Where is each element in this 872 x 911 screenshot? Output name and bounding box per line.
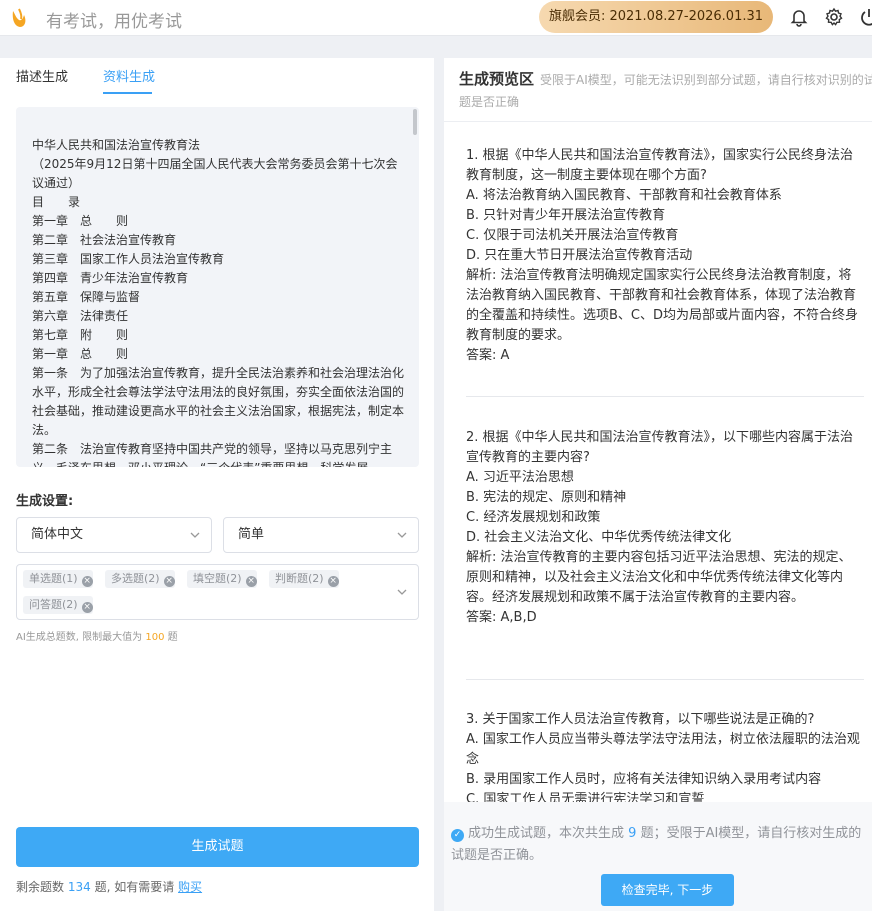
tab-description[interactable]: 描述生成 [16, 66, 68, 85]
question-type-tag: 单选题(1) × [23, 570, 93, 588]
check-circle-icon: ✓ [451, 829, 464, 842]
question-option: A. 国家工作人员应当带头尊法学法守法用法，树立依法履职的法治观念 [466, 732, 860, 767]
bell-icon[interactable] [788, 6, 810, 28]
total-limit-hint: AI生成总题数, 限制最大值为 100 题 [16, 628, 178, 643]
question-option: C. 仅限于司法机关开展法治宣传教育 [466, 228, 679, 243]
question-stem: 3. 关于国家工作人员法治宣传教育，以下哪些说法是正确的? [466, 712, 815, 727]
preview-header: 生成预览区 受限于AI模型，可能无法识别到部分试题，请自行核对识别的试题是否正确 [459, 68, 872, 113]
remaining-quota: 剩余题数 134 题, 如有需要请 购买 [16, 878, 202, 895]
question-type-tag: 问答题(2) × [23, 596, 93, 614]
question-option: D. 只在重大节日开展法治宣传教育活动 [466, 248, 693, 263]
question-answer: 答案: A,B,D [466, 610, 537, 625]
close-icon[interactable]: × [163, 576, 175, 587]
question-item: 1. 根据《中华人民共和国法治宣传教育法》，国家实行公民终身法治教育制度，这一制… [466, 146, 864, 366]
difficulty-select[interactable]: 简单 [223, 517, 419, 553]
success-count: 9 [628, 826, 637, 841]
power-icon[interactable] [858, 6, 872, 28]
question-stem: 1. 根据《中华人民共和国法治宣传教育法》，国家实行公民终身法治教育制度，这一制… [466, 148, 854, 183]
preview-footer: ✓ 成功生成试题，本次共生成 9 题；受限于AI模型，请自行核对生成的试题是否正确… [444, 802, 872, 911]
preview-title: 生成预览区 [459, 70, 535, 88]
hint-text: AI生成总题数, 限制最大值为 [16, 632, 143, 643]
success-message: ✓ 成功生成试题，本次共生成 9 题；受限于AI模型，请自行核对生成的试题是否正确… [451, 823, 871, 867]
membership-badge[interactable]: 旗舰会员: 2021.08.27-2026.01.31 [539, 1, 773, 33]
question-option: B. 宪法的规定、原则和精神 [466, 490, 627, 505]
question-divider [466, 679, 864, 680]
source-text: 中华人民共和国法治宣传教育法 （2025年9月12日第十四届全国人民代表大会常务… [32, 138, 405, 467]
question-option: B. 只针对青少年开展法治宣传教育 [466, 208, 666, 223]
chevron-down-icon [190, 532, 200, 538]
question-type-tag: 多选题(2) × [105, 570, 175, 588]
difficulty-value: 简单 [238, 527, 265, 542]
tag-label: 判断题(2) [275, 572, 324, 585]
question-item: 3. 关于国家工作人员法治宣传教育，以下哪些说法是正确的? A. 国家工作人员应… [466, 710, 864, 802]
question-option: A. 将法治教育纳入国民教育、干部教育和社会教育体系 [466, 188, 782, 203]
question-divider [466, 396, 864, 397]
chevron-down-icon [397, 532, 407, 538]
tag-label: 多选题(2) [111, 572, 160, 585]
next-step-button[interactable]: 检查完毕, 下一步 [601, 874, 734, 906]
language-select[interactable]: 简体中文 [16, 517, 212, 553]
preview-panel: 生成预览区 受限于AI模型，可能无法识别到部分试题，请自行核对识别的试题是否正确 … [444, 58, 872, 911]
question-option: B. 录用国家工作人员时，应将有关法律知识纳入录用考试内容 [466, 772, 822, 787]
question-option: A. 习近平法治思想 [466, 470, 574, 485]
close-icon[interactable]: × [327, 576, 339, 587]
question-analysis: 解析: 法治宣传教育的主要内容包括习近平法治思想、宪法的规定、原则和精神，以及社… [466, 550, 852, 605]
app-slogan: 有考试，用优考试 [46, 12, 182, 32]
left-panel: 描述生成 资料生成 中华人民共和国法治宣传教育法 （2025年9月12日第十四届… [0, 58, 434, 911]
scrollbar-thumb[interactable] [413, 109, 417, 135]
question-analysis: 解析: 法治宣传教育法明确规定国家实行公民终身法治教育制度，将法治教育纳入国民教… [466, 268, 859, 343]
source-textarea[interactable]: 中华人民共和国法治宣传教育法 （2025年9月12日第十四届全国人民代表大会常务… [16, 107, 419, 467]
remain-label: 剩余题数 [16, 880, 65, 894]
top-bar: 有考试，用优考试 旗舰会员: 2021.08.27-2026.01.31 [0, 0, 872, 36]
buy-link[interactable]: 购买 [178, 880, 202, 894]
active-tab-underline [103, 92, 152, 94]
gear-icon[interactable] [823, 6, 845, 28]
question-option: C. 国家工作人员无需进行宪法学习和宣誓 [466, 792, 705, 802]
question-answer: 答案: A [466, 348, 510, 363]
chevron-down-icon [397, 589, 407, 595]
tab-material[interactable]: 资料生成 [103, 66, 155, 85]
hint-max: 100 [145, 632, 165, 643]
question-option: C. 经济发展规划和政策 [466, 510, 601, 525]
close-icon[interactable]: × [245, 576, 257, 587]
app-logo[interactable] [10, 7, 28, 29]
question-stem: 2. 根据《中华人民共和国法治宣传教育法》，以下哪些内容属于法治宣传教育的主要内… [466, 430, 854, 465]
hint-suffix: 题 [167, 632, 178, 643]
question-option: D. 社会主义法治文化、中华优秀传统法律文化 [466, 530, 732, 545]
tag-label: 填空题(2) [193, 572, 242, 585]
question-list[interactable]: 1. 根据《中华人民共和国法治宣传教育法》，国家实行公民终身法治教育制度，这一制… [444, 122, 872, 802]
question-type-tag: 填空题(2) × [187, 570, 257, 588]
question-item: 2. 根据《中华人民共和国法治宣传教育法》，以下哪些内容属于法治宣传教育的主要内… [466, 428, 864, 628]
generate-button[interactable]: 生成试题 [16, 827, 419, 867]
settings-title: 生成设置: [16, 494, 74, 509]
close-icon[interactable]: × [81, 602, 93, 613]
success-prefix: 成功生成试题，本次共生成 [468, 826, 625, 841]
question-type-tag: 判断题(2) × [269, 570, 339, 588]
language-value: 简体中文 [31, 527, 84, 542]
question-type-select[interactable]: 单选题(1) × 多选题(2) × 填空题(2) × 判断题(2) × 问答题(2) × [16, 564, 419, 620]
tag-label: 问答题(2) [29, 598, 78, 611]
close-icon[interactable]: × [81, 576, 93, 587]
remain-mid: 题, 如有需要请 [94, 880, 175, 894]
tag-label: 单选题(1) [29, 572, 78, 585]
remain-count: 134 [67, 880, 91, 894]
